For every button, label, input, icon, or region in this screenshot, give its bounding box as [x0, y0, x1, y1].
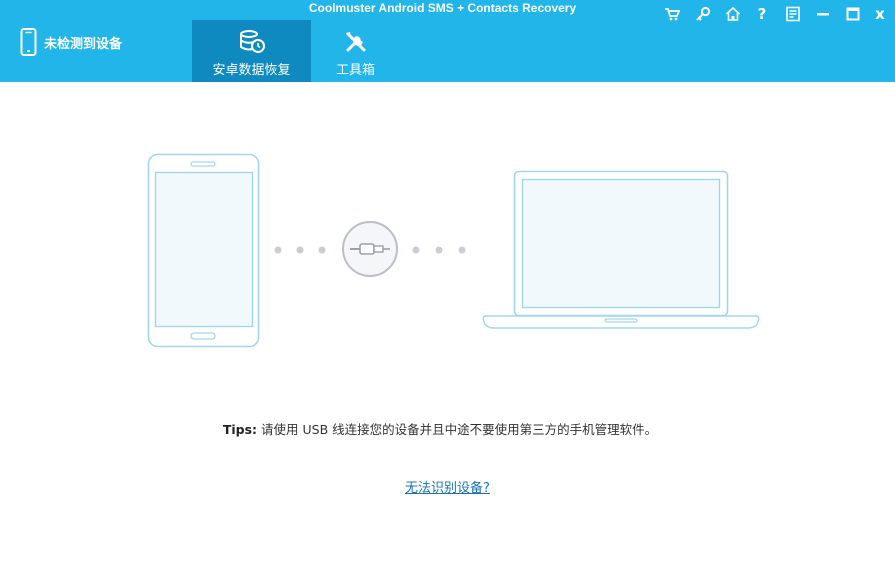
- feedback-icon: [786, 6, 800, 22]
- close-button[interactable]: x: [870, 4, 890, 24]
- cart-button[interactable]: [662, 4, 682, 24]
- maximize-button[interactable]: [843, 4, 863, 24]
- key-icon: [696, 6, 711, 21]
- tips-text: Tips: 请使用 USB 线连接您的设备并且中途不要使用第三方的手机管理软件。: [0, 419, 880, 438]
- minimize-icon: [817, 13, 829, 16]
- minimize-button[interactable]: [813, 4, 833, 24]
- register-button[interactable]: [693, 4, 713, 24]
- connection-illustration: [147, 153, 760, 348]
- tab-label: 安卓数据恢复: [212, 63, 291, 78]
- main-content: Tips: 请使用 USB 线连接您的设备并且中途不要使用第三方的手机管理软件。…: [0, 82, 895, 565]
- laptop-illustration: [482, 170, 760, 329]
- tab-label: 工具箱: [335, 63, 375, 78]
- feedback-button[interactable]: [783, 4, 803, 24]
- phone-icon: [20, 28, 37, 56]
- tab-toolbox[interactable]: 工具箱: [296, 20, 415, 82]
- device-status-label: 未检测到设备: [44, 37, 123, 52]
- cart-icon: [665, 8, 680, 21]
- tools-icon: [345, 32, 365, 52]
- home-button[interactable]: [723, 4, 743, 24]
- tips-label: Tips:: [222, 422, 258, 437]
- title-bar: Coolmuster Android SMS + Contacts Recove…: [0, 0, 895, 82]
- help-button[interactable]: ?: [752, 4, 772, 24]
- close-icon: x: [875, 5, 885, 23]
- usb-cable-icon: [342, 221, 398, 277]
- phone-illustration: [147, 153, 260, 348]
- maximize-icon: [846, 7, 860, 21]
- home-icon: [725, 6, 741, 21]
- tab-android-data-recovery[interactable]: 安卓数据恢复: [192, 20, 311, 82]
- database-restore-icon: [239, 30, 265, 53]
- connection-dots-right: [412, 246, 466, 254]
- cannot-recognize-device-link[interactable]: 无法识别设备?: [0, 477, 895, 496]
- connection-dots-left: [274, 246, 326, 254]
- help-icon: ?: [757, 5, 767, 23]
- tips-message: 请使用 USB 线连接您的设备并且中途不要使用第三方的手机管理软件。: [257, 422, 658, 437]
